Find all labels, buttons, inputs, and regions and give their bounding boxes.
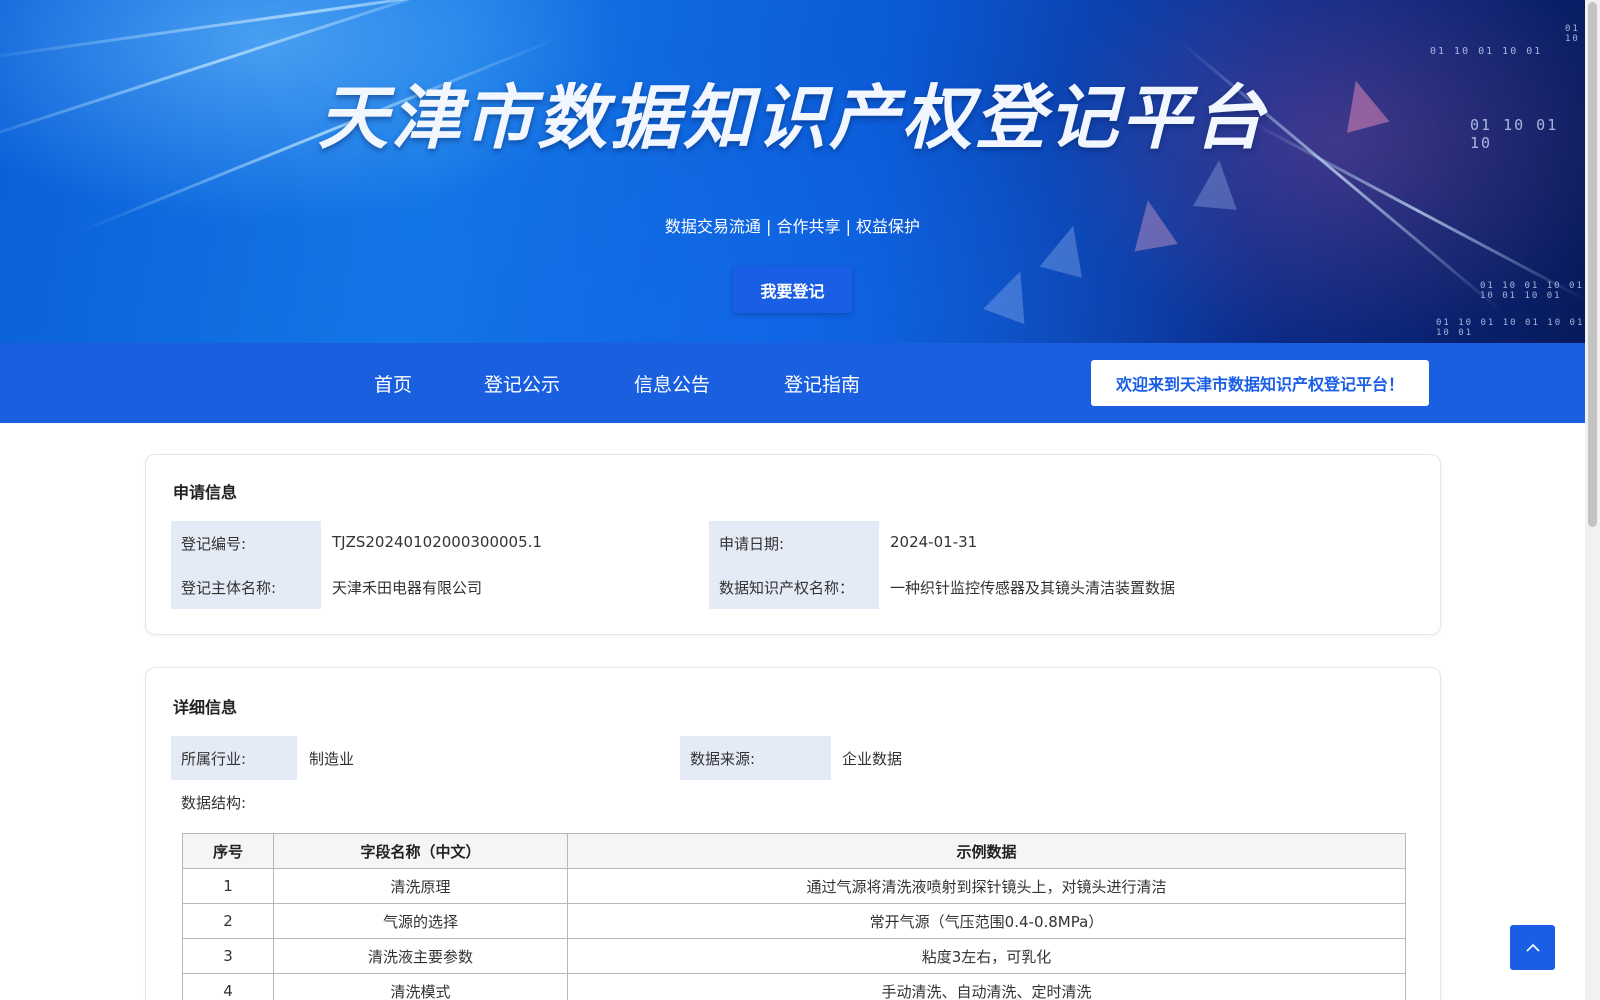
hero-banner: 01 10 01 10 01 10 01 01 10 01 10 01 10 0… [0,0,1585,343]
back-to-top-button[interactable] [1510,925,1555,970]
triangle-decoration [983,263,1041,325]
reg-no-value: TJZS20240102000300005.1 [332,533,542,551]
label-column: 申请日期: 数据知识产权名称： [709,521,879,609]
binary-text: 01 10 01 10 01 10 01 10 01 [1436,318,1585,338]
column-header: 示例数据 [567,833,1406,869]
subject-label: 登记主体名称: [181,579,277,597]
banner-title: 天津市数据知识产权登记平台 [318,77,1267,159]
welcome-banner: 欢迎来到天津市数据知识产权登记平台！ [1091,360,1429,406]
scrollbar-thumb[interactable] [1588,2,1597,527]
card-title: 申请信息 [173,483,238,502]
table-row: 3 清洗液主要参数 粘度3左右，可乳化 [182,938,1406,974]
apply-date-value: 2024-01-31 [890,533,978,551]
data-structure-table: 序号 字段名称（中文） 示例数据 1 清洗原理 通过气源将清洗液喷射到探针镜头上… [182,833,1406,1000]
application-info-card: 申请信息 登记编号: 登记主体名称: TJZS20240102000300005… [145,454,1441,635]
source-label: 数据来源: [690,750,756,768]
binary-text: 01 10 [1565,24,1580,44]
table-cell: 手动清洗、自动清洗、定时清洗 [567,973,1406,1000]
table-cell: 清洗液主要参数 [273,938,568,974]
reg-no-label: 登记编号: [181,535,247,553]
triangle-decoration [1192,158,1242,210]
nav-item-registration-guide[interactable]: 登记指南 [784,343,860,423]
table-row: 4 清洗模式 手动清洗、自动清洗、定时清洗 [182,973,1406,1000]
register-button[interactable]: 我要登记 [733,267,852,313]
label-column: 登记编号: 登记主体名称: [171,521,321,609]
banner-subtitle: 数据交易流通 | 合作共享 | 权益保护 [664,217,921,236]
nav-item-announcements[interactable]: 信息公告 [634,343,710,423]
table-cell: 气源的选择 [273,903,568,939]
table-row: 1 清洗原理 通过气源将清洗液喷射到探针镜头上，对镜头进行清洁 [182,868,1406,904]
column-header: 序号 [182,833,274,869]
column-header: 字段名称（中文） [273,833,568,869]
source-value: 企业数据 [842,750,903,768]
table-cell: 2 [182,903,274,939]
ip-name-label: 数据知识产权名称： [719,579,855,597]
table-cell: 常开气源（气压范围0.4-0.8MPa） [567,903,1406,939]
table-row: 2 气源的选择 常开气源（气压范围0.4-0.8MPa） [182,903,1406,939]
table-cell: 4 [182,973,274,1000]
source-label-box: 数据来源: [680,736,831,780]
binary-text: 01 10 01 10 01 [1430,46,1543,57]
nav-item-registration-publicity[interactable]: 登记公示 [484,343,560,423]
card-title: 详细信息 [173,698,238,717]
main-nav: 首页 登记公示 信息公告 登记指南 欢迎来到天津市数据知识产权登记平台！ [0,343,1585,423]
table-cell: 清洗原理 [273,868,568,904]
light-streak [0,0,654,63]
table-cell: 1 [182,868,274,904]
table-cell: 通过气源将清洗液喷射到探针镜头上，对镜头进行清洁 [567,868,1406,904]
industry-label-box: 所属行业: [171,736,297,780]
table-header-row: 序号 字段名称（中文） 示例数据 [182,833,1406,869]
nav-item-home[interactable]: 首页 [374,343,412,423]
detail-info-card: 详细信息 所属行业: 制造业 数据来源: 企业数据 数据结构: 序号 字段名称（… [145,667,1441,1000]
table-cell: 粘度3左右，可乳化 [567,938,1406,974]
table-cell: 清洗模式 [273,973,568,1000]
ip-name-value: 一种织针监控传感器及其镜头清洁装置数据 [890,579,1176,597]
industry-value: 制造业 [309,750,355,768]
subject-value: 天津禾田电器有限公司 [332,579,483,597]
table-cell: 3 [182,938,274,974]
chevron-up-icon [1525,943,1540,952]
structure-label: 数据结构: [181,794,247,812]
page-scrollbar[interactable] [1585,0,1600,1000]
industry-label: 所属行业: [181,750,247,768]
binary-text: 01 10 01 10 01 10 01 10 01 [1480,281,1584,301]
apply-date-label: 申请日期: [719,535,785,553]
